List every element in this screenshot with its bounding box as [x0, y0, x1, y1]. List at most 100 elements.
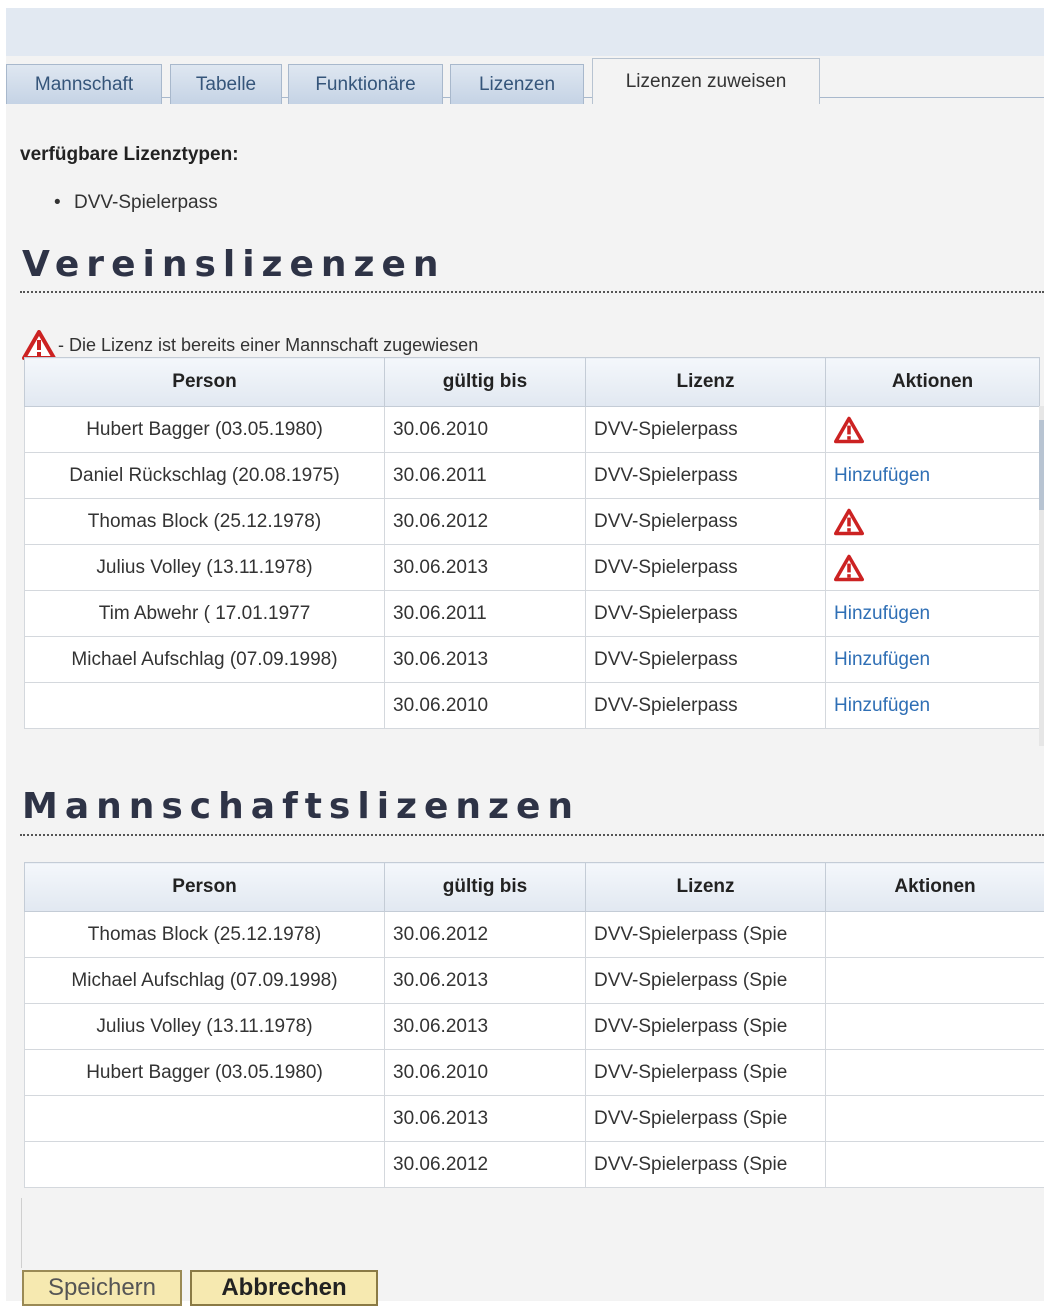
team-licenses-heading: Mannschaftslizenzen [22, 786, 580, 827]
valid-until-cell: 30.06.2012 [385, 499, 586, 545]
warning-legend-text: - Die Lizenz ist bereits einer Mannschaf… [58, 335, 478, 356]
column-header-actions[interactable]: Aktionen [826, 358, 1040, 407]
action-cell [826, 912, 1044, 958]
table-row: Hubert Bagger (03.05.1980)30.06.2010DVV-… [25, 1050, 1044, 1096]
table-row: Michael Aufschlag (07.09.1998)30.06.2013… [25, 637, 1040, 683]
table-header-row: Person gültig bis Lizenz Aktionen [25, 358, 1040, 407]
add-license-link[interactable]: Hinzufügen [834, 649, 930, 670]
header-strip [6, 8, 1044, 56]
section-divider [20, 834, 1044, 836]
valid-until-cell: 30.06.2011 [385, 591, 586, 637]
tab-lizenzen-zuweisen[interactable]: Lizenzen zuweisen [592, 58, 820, 104]
action-cell [826, 499, 1040, 545]
table-row: Hubert Bagger (03.05.1980)30.06.2010DVV-… [25, 407, 1040, 453]
action-cell [826, 1050, 1044, 1096]
table-row: 30.06.2010DVV-Spielerpass Hinzufügen [25, 683, 1040, 729]
person-cell: Hubert Bagger (03.05.1980) [25, 1050, 385, 1096]
available-license-item: DVV-Spielerpass [74, 192, 218, 214]
available-license-types-label: verfügbare Lizenztypen: [20, 144, 239, 166]
action-cell: Hinzufügen [826, 591, 1040, 637]
column-header-person[interactable]: Person [25, 863, 385, 912]
table-row: Julius Volley (13.11.1978)30.06.2013DVV-… [25, 545, 1040, 591]
valid-until-cell: 30.06.2013 [385, 637, 586, 683]
club-licenses-table: Person gültig bis Lizenz Aktionen Hubert… [24, 357, 1040, 729]
valid-until-cell: 30.06.2010 [385, 1050, 586, 1096]
table-row: Michael Aufschlag (07.09.1998)30.06.2013… [25, 958, 1044, 1004]
license-cell: DVV-Spielerpass (Spie [586, 1142, 826, 1188]
tab-funktionaere[interactable]: Funktionäre [288, 64, 443, 104]
warning-icon [834, 416, 864, 444]
license-cell: DVV-Spielerpass [586, 683, 826, 729]
add-license-link[interactable]: Hinzufügen [834, 603, 930, 624]
action-cell: Hinzufügen [826, 683, 1040, 729]
page-area: Mannschaft Tabelle Funktionäre Lizenzen … [6, 8, 1044, 1301]
tab-mannschaft[interactable]: Mannschaft [6, 64, 162, 104]
valid-until-cell: 30.06.2013 [385, 1096, 586, 1142]
person-cell: Thomas Block (25.12.1978) [25, 912, 385, 958]
add-license-link[interactable]: Hinzufügen [834, 465, 930, 486]
column-header-license[interactable]: Lizenz [586, 863, 826, 912]
warning-icon [834, 554, 864, 582]
person-cell: Michael Aufschlag (07.09.1998) [25, 958, 385, 1004]
table-row: Thomas Block (25.12.1978)30.06.2012DVV-S… [25, 912, 1044, 958]
license-cell: DVV-Spielerpass [586, 499, 826, 545]
column-header-actions[interactable]: Aktionen [826, 863, 1044, 912]
valid-until-cell: 30.06.2010 [385, 683, 586, 729]
warning-legend: - Die Lizenz ist bereits einer Mannschaf… [22, 330, 478, 360]
valid-until-cell: 30.06.2011 [385, 453, 586, 499]
person-cell: Michael Aufschlag (07.09.1998) [25, 637, 385, 683]
action-cell: Hinzufügen [826, 453, 1040, 499]
club-licenses-heading: Vereinslizenzen [22, 244, 446, 285]
person-cell: Daniel Rückschlag (20.08.1975) [25, 453, 385, 499]
table-header-row: Person gültig bis Lizenz Aktionen [25, 863, 1044, 912]
warning-icon [22, 330, 56, 360]
action-cell [826, 545, 1040, 591]
license-cell: DVV-Spielerpass (Spie [586, 912, 826, 958]
valid-until-cell: 30.06.2013 [385, 1004, 586, 1050]
license-cell: DVV-Spielerpass (Spie [586, 1004, 826, 1050]
scrollbar-thumb[interactable] [1039, 420, 1044, 510]
divider [21, 1198, 22, 1268]
action-cell [826, 958, 1044, 1004]
valid-until-cell: 30.06.2013 [385, 545, 586, 591]
tab-lizenzen[interactable]: Lizenzen [450, 64, 584, 104]
table-row: Tim Abwehr ( 17.01.197730.06.2011DVV-Spi… [25, 591, 1040, 637]
warning-icon [834, 508, 864, 536]
add-license-link[interactable]: Hinzufügen [834, 695, 930, 716]
person-cell [25, 1142, 385, 1188]
column-header-license[interactable]: Lizenz [586, 358, 826, 407]
action-cell: Hinzufügen [826, 637, 1040, 683]
license-cell: DVV-Spielerpass (Spie [586, 1050, 826, 1096]
person-cell: Julius Volley (13.11.1978) [25, 1004, 385, 1050]
column-header-person[interactable]: Person [25, 358, 385, 407]
action-cell [826, 407, 1040, 453]
license-cell: DVV-Spielerpass [586, 453, 826, 499]
tab-tabelle[interactable]: Tabelle [170, 64, 282, 104]
person-cell [25, 683, 385, 729]
person-cell: Tim Abwehr ( 17.01.1977 [25, 591, 385, 637]
action-cell [826, 1004, 1044, 1050]
section-divider [20, 291, 1044, 293]
valid-until-cell: 30.06.2012 [385, 1142, 586, 1188]
person-cell: Hubert Bagger (03.05.1980) [25, 407, 385, 453]
table-row: Daniel Rückschlag (20.08.1975)30.06.2011… [25, 453, 1040, 499]
table-row: Julius Volley (13.11.1978)30.06.2013DVV-… [25, 1004, 1044, 1050]
license-cell: DVV-Spielerpass (Spie [586, 1096, 826, 1142]
license-cell: DVV-Spielerpass [586, 407, 826, 453]
valid-until-cell: 30.06.2012 [385, 912, 586, 958]
license-cell: DVV-Spielerpass (Spie [586, 958, 826, 1004]
team-licenses-table: Person gültig bis Lizenz Aktionen Thomas… [24, 862, 1044, 1188]
valid-until-cell: 30.06.2013 [385, 958, 586, 1004]
valid-until-cell: 30.06.2010 [385, 407, 586, 453]
action-cell [826, 1142, 1044, 1188]
person-cell: Thomas Block (25.12.1978) [25, 499, 385, 545]
column-header-valid-until[interactable]: gültig bis [385, 358, 586, 407]
table-row: Thomas Block (25.12.1978)30.06.2012DVV-S… [25, 499, 1040, 545]
action-cell [826, 1096, 1044, 1142]
license-cell: DVV-Spielerpass [586, 591, 826, 637]
person-cell [25, 1096, 385, 1142]
column-header-valid-until[interactable]: gültig bis [385, 863, 586, 912]
table-scrollbar[interactable] [1039, 406, 1044, 746]
license-cell: DVV-Spielerpass [586, 545, 826, 591]
license-cell: DVV-Spielerpass [586, 637, 826, 683]
